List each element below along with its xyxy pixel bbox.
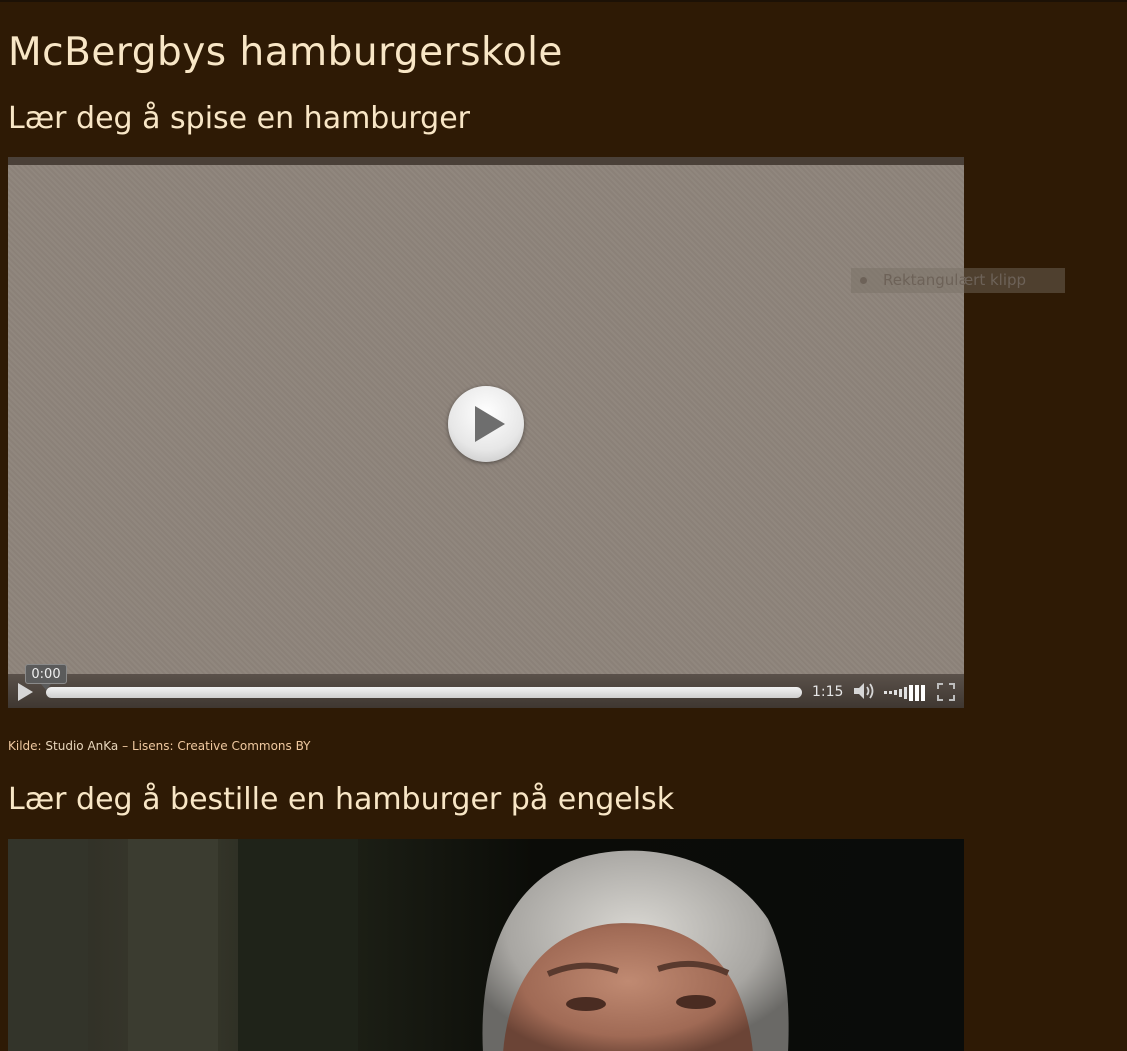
page-title: McBergbys hamburgerskole bbox=[8, 30, 563, 75]
video-screen[interactable] bbox=[8, 165, 964, 674]
section-title-order: Lær deg å bestille en hamburger på engel… bbox=[8, 782, 675, 817]
video-frame-image bbox=[8, 839, 789, 1051]
section-title-eat: Lær deg å spise en hamburger bbox=[8, 101, 470, 136]
source-label: Kilde: bbox=[8, 739, 42, 753]
video-player[interactable]: 0:00 1:15 bbox=[8, 157, 964, 708]
credit-line: Kilde: Studio AnKa – Lisens: Creative Co… bbox=[8, 738, 311, 754]
volume-icon[interactable] bbox=[852, 681, 876, 701]
fullscreen-icon[interactable] bbox=[936, 682, 956, 702]
source-name: Studio AnKa bbox=[45, 739, 119, 753]
volume-level-icon[interactable] bbox=[884, 683, 928, 701]
credit-separator: – bbox=[122, 739, 129, 753]
play-icon[interactable] bbox=[18, 683, 33, 701]
tooltip-dot-icon bbox=[860, 277, 867, 284]
duration: 1:15 bbox=[812, 684, 844, 700]
license-label: Lisens: bbox=[131, 739, 174, 753]
license-name[interactable]: Creative Commons BY bbox=[177, 739, 310, 753]
tooltip: Rektangulært klipp bbox=[851, 268, 1065, 293]
tooltip-label: Rektangulært klipp bbox=[883, 271, 1027, 289]
big-play-icon[interactable] bbox=[448, 386, 524, 462]
progress-bar[interactable] bbox=[46, 687, 802, 698]
current-time: 0:00 bbox=[25, 664, 67, 690]
video-thumbnail[interactable] bbox=[8, 839, 964, 1051]
video-controls: 0:00 1:15 bbox=[8, 664, 964, 708]
